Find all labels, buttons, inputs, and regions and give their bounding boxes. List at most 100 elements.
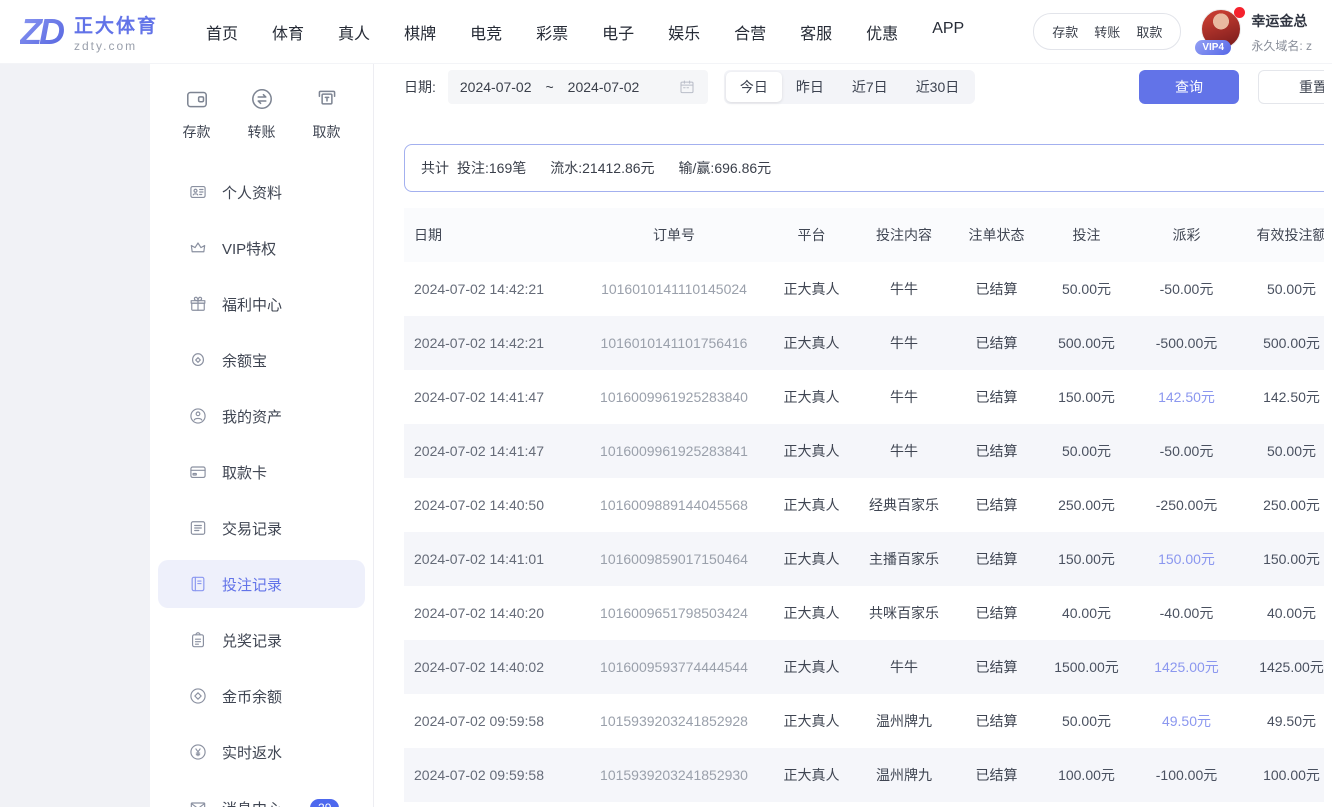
sidebar-item-welfare[interactable]: 福利中心 — [158, 280, 365, 328]
sidebar-item-profile[interactable]: 个人资料 — [158, 168, 365, 216]
main-content: 日期: 2024-07-02 ~ 2024-07-02 今日昨日近7日近30日 … — [374, 64, 1332, 807]
date-range-input[interactable]: 2024-07-02 ~ 2024-07-02 — [448, 70, 708, 104]
column-header: 日期 — [404, 208, 579, 262]
table-cell: -50.00元 — [1134, 424, 1239, 478]
table-cell: 2024-07-02 14:40:50 — [404, 478, 579, 532]
gift-icon — [188, 294, 208, 314]
table-cell: 2024-07-02 14:42:21 — [404, 262, 579, 316]
column-header: 派彩 — [1134, 208, 1239, 262]
quick-range-option[interactable]: 近7日 — [838, 72, 902, 102]
table-row: 2024-07-02 09:59:581015939203241852928正大… — [404, 694, 1332, 748]
quick-action-withdraw[interactable]: 取款 — [313, 86, 341, 142]
nav-item[interactable]: 真人 — [338, 20, 370, 44]
table-cell: 正大真人 — [769, 694, 854, 748]
sidebar-item-assets[interactable]: 我的资产 — [158, 392, 365, 440]
table-cell: 1016010141101756416 — [579, 316, 769, 370]
sidebar-item-rebate[interactable]: 实时返水 — [158, 728, 365, 776]
nav-item[interactable]: 娱乐 — [668, 20, 700, 44]
brand-logo-mark: ZD — [20, 14, 66, 50]
quick-range-option[interactable]: 近30日 — [902, 72, 974, 102]
table-cell: 1016009859017150464 — [579, 532, 769, 586]
reset-button[interactable]: 重置 — [1258, 70, 1332, 104]
sidebar-item-label: 交易记录 — [222, 518, 282, 539]
table-cell: 已结算 — [954, 316, 1039, 370]
table-cell: 正大真人 — [769, 370, 854, 424]
top-header: ZD 正大体育 zdty.com 首页 体育 真人 棋牌 电竞 彩票 电子 娱乐 合营 客服 优惠 A… — [0, 0, 1332, 64]
user-box[interactable]: VIP4 幸运金总 永久域名: z — [1201, 9, 1312, 54]
table-cell: 150.00元 — [1039, 370, 1134, 424]
sidebar: 存款转账 取款 个人资料 VIP特权福利中心余额宝我的资产取款卡交易记录投注记录兑奖… — [150, 64, 374, 807]
nav-item[interactable]: 棋牌 — [404, 20, 436, 44]
quick-range-option[interactable]: 昨日 — [782, 72, 838, 102]
sidebar-item-redeem-records[interactable]: 兑奖记录 — [158, 616, 365, 664]
table-cell: 1016009889144045568 — [579, 478, 769, 532]
mail-icon — [188, 798, 208, 807]
quick-action-transfer[interactable]: 转账 — [248, 86, 276, 142]
sidebar-item-vip[interactable]: VIP特权 — [158, 224, 365, 272]
wallet-quick-links: 存款转账取款 — [1033, 13, 1181, 50]
table-cell: 温州牌九 — [854, 694, 954, 748]
transfer-icon — [249, 86, 275, 112]
table-cell: 1016010141110145024 — [579, 262, 769, 316]
table-cell: 50.00元 — [1039, 262, 1134, 316]
sidebar-item-messages[interactable]: 消息中心29 — [158, 784, 365, 807]
table-cell: 250.00元 — [1239, 478, 1332, 532]
wallet-link-deposit[interactable]: 存款 — [1052, 22, 1078, 41]
nav-item[interactable]: 优惠 — [866, 20, 898, 44]
sidebar-menu: 个人资料 VIP特权福利中心余额宝我的资产取款卡交易记录投注记录兑奖记录金币余额实… — [150, 164, 373, 807]
table-row: 2024-07-02 14:41:471016009961925283841正大… — [404, 424, 1332, 478]
nav-item[interactable]: 电竞 — [470, 20, 502, 44]
sidebar-item-yuebao[interactable]: 余额宝 — [158, 336, 365, 384]
permanent-domain-note: 永久域名: z — [1251, 37, 1312, 54]
sidebar-item-label: 我的资产 — [222, 406, 282, 427]
sidebar-item-bet-records[interactable]: 投注记录 — [158, 560, 365, 608]
wallet-link-transfer[interactable]: 转账 — [1094, 22, 1120, 41]
sidebar-item-label: 实时返水 — [222, 742, 282, 763]
table-cell: 主播百家乐 — [854, 532, 954, 586]
table-cell: 100.00元 — [1039, 748, 1134, 802]
bet-records-table: 日期订单号平台投注内容注单状态投注派彩有效投注额 2024-07-02 14:4… — [404, 208, 1332, 802]
brand-logo[interactable]: ZD 正大体育 zdty.com — [20, 11, 158, 53]
quick-range-option[interactable]: 今日 — [726, 72, 782, 102]
sidebar-item-coin-balance[interactable]: 金币余额 — [158, 672, 365, 720]
sidebar-menu-item: 我的资产 — [150, 388, 373, 444]
table-cell: 2024-07-02 14:40:02 — [404, 640, 579, 694]
wallet-link-withdraw[interactable]: 取款 — [1136, 22, 1162, 41]
scrollbar[interactable] — [1324, 64, 1332, 807]
search-button[interactable]: 查询 — [1139, 70, 1239, 104]
quick-action-label: 转账 — [248, 122, 276, 142]
summary-bets: 投注:169笔 — [457, 158, 526, 178]
nav-item[interactable]: 客服 — [800, 20, 832, 44]
column-header: 注单状态 — [954, 208, 1039, 262]
nav-item[interactable]: 彩票 — [536, 20, 568, 44]
table-cell: 142.50元 — [1239, 370, 1332, 424]
filter-row: 日期: 2024-07-02 ~ 2024-07-02 今日昨日近7日近30日 … — [404, 70, 1332, 104]
nav-item[interactable]: APP — [932, 20, 964, 44]
summary-turnover: 流水:21412.86元 — [550, 158, 654, 178]
user-name: 幸运金总 — [1251, 11, 1312, 31]
assets-icon — [188, 406, 208, 426]
table-cell: 牛牛 — [854, 316, 954, 370]
sidebar-item-transactions[interactable]: 交易记录 — [158, 504, 365, 552]
table-cell: 500.00元 — [1039, 316, 1134, 370]
table-row: 2024-07-02 09:59:581015939203241852930正大… — [404, 748, 1332, 802]
column-header: 有效投注额 — [1239, 208, 1332, 262]
table-cell: 1016009961925283840 — [579, 370, 769, 424]
table-cell: 2024-07-02 09:59:58 — [404, 694, 579, 748]
sidebar-item-label: 金币余额 — [222, 686, 282, 707]
nav-item[interactable]: 首页 — [206, 20, 238, 44]
table-cell: 正大真人 — [769, 532, 854, 586]
date-range-value: 2024-07-02 ~ 2024-07-02 — [460, 77, 639, 97]
table-cell: 2024-07-02 14:42:21 — [404, 316, 579, 370]
table-cell: 1016009651798503424 — [579, 586, 769, 640]
sidebar-item-label: 取款卡 — [222, 462, 267, 483]
nav-item[interactable]: 电子 — [602, 20, 634, 44]
nav-item[interactable]: 体育 — [272, 20, 304, 44]
table-cell: 已结算 — [954, 694, 1039, 748]
nav-item[interactable]: 合营 — [734, 20, 766, 44]
table-cell: 40.00元 — [1239, 586, 1332, 640]
sidebar-menu-item: 福利中心 — [150, 276, 373, 332]
quick-action-deposit[interactable]: 存款 — [183, 86, 211, 142]
sidebar-item-withdraw-card[interactable]: 取款卡 — [158, 448, 365, 496]
bet-record-icon — [188, 574, 208, 594]
